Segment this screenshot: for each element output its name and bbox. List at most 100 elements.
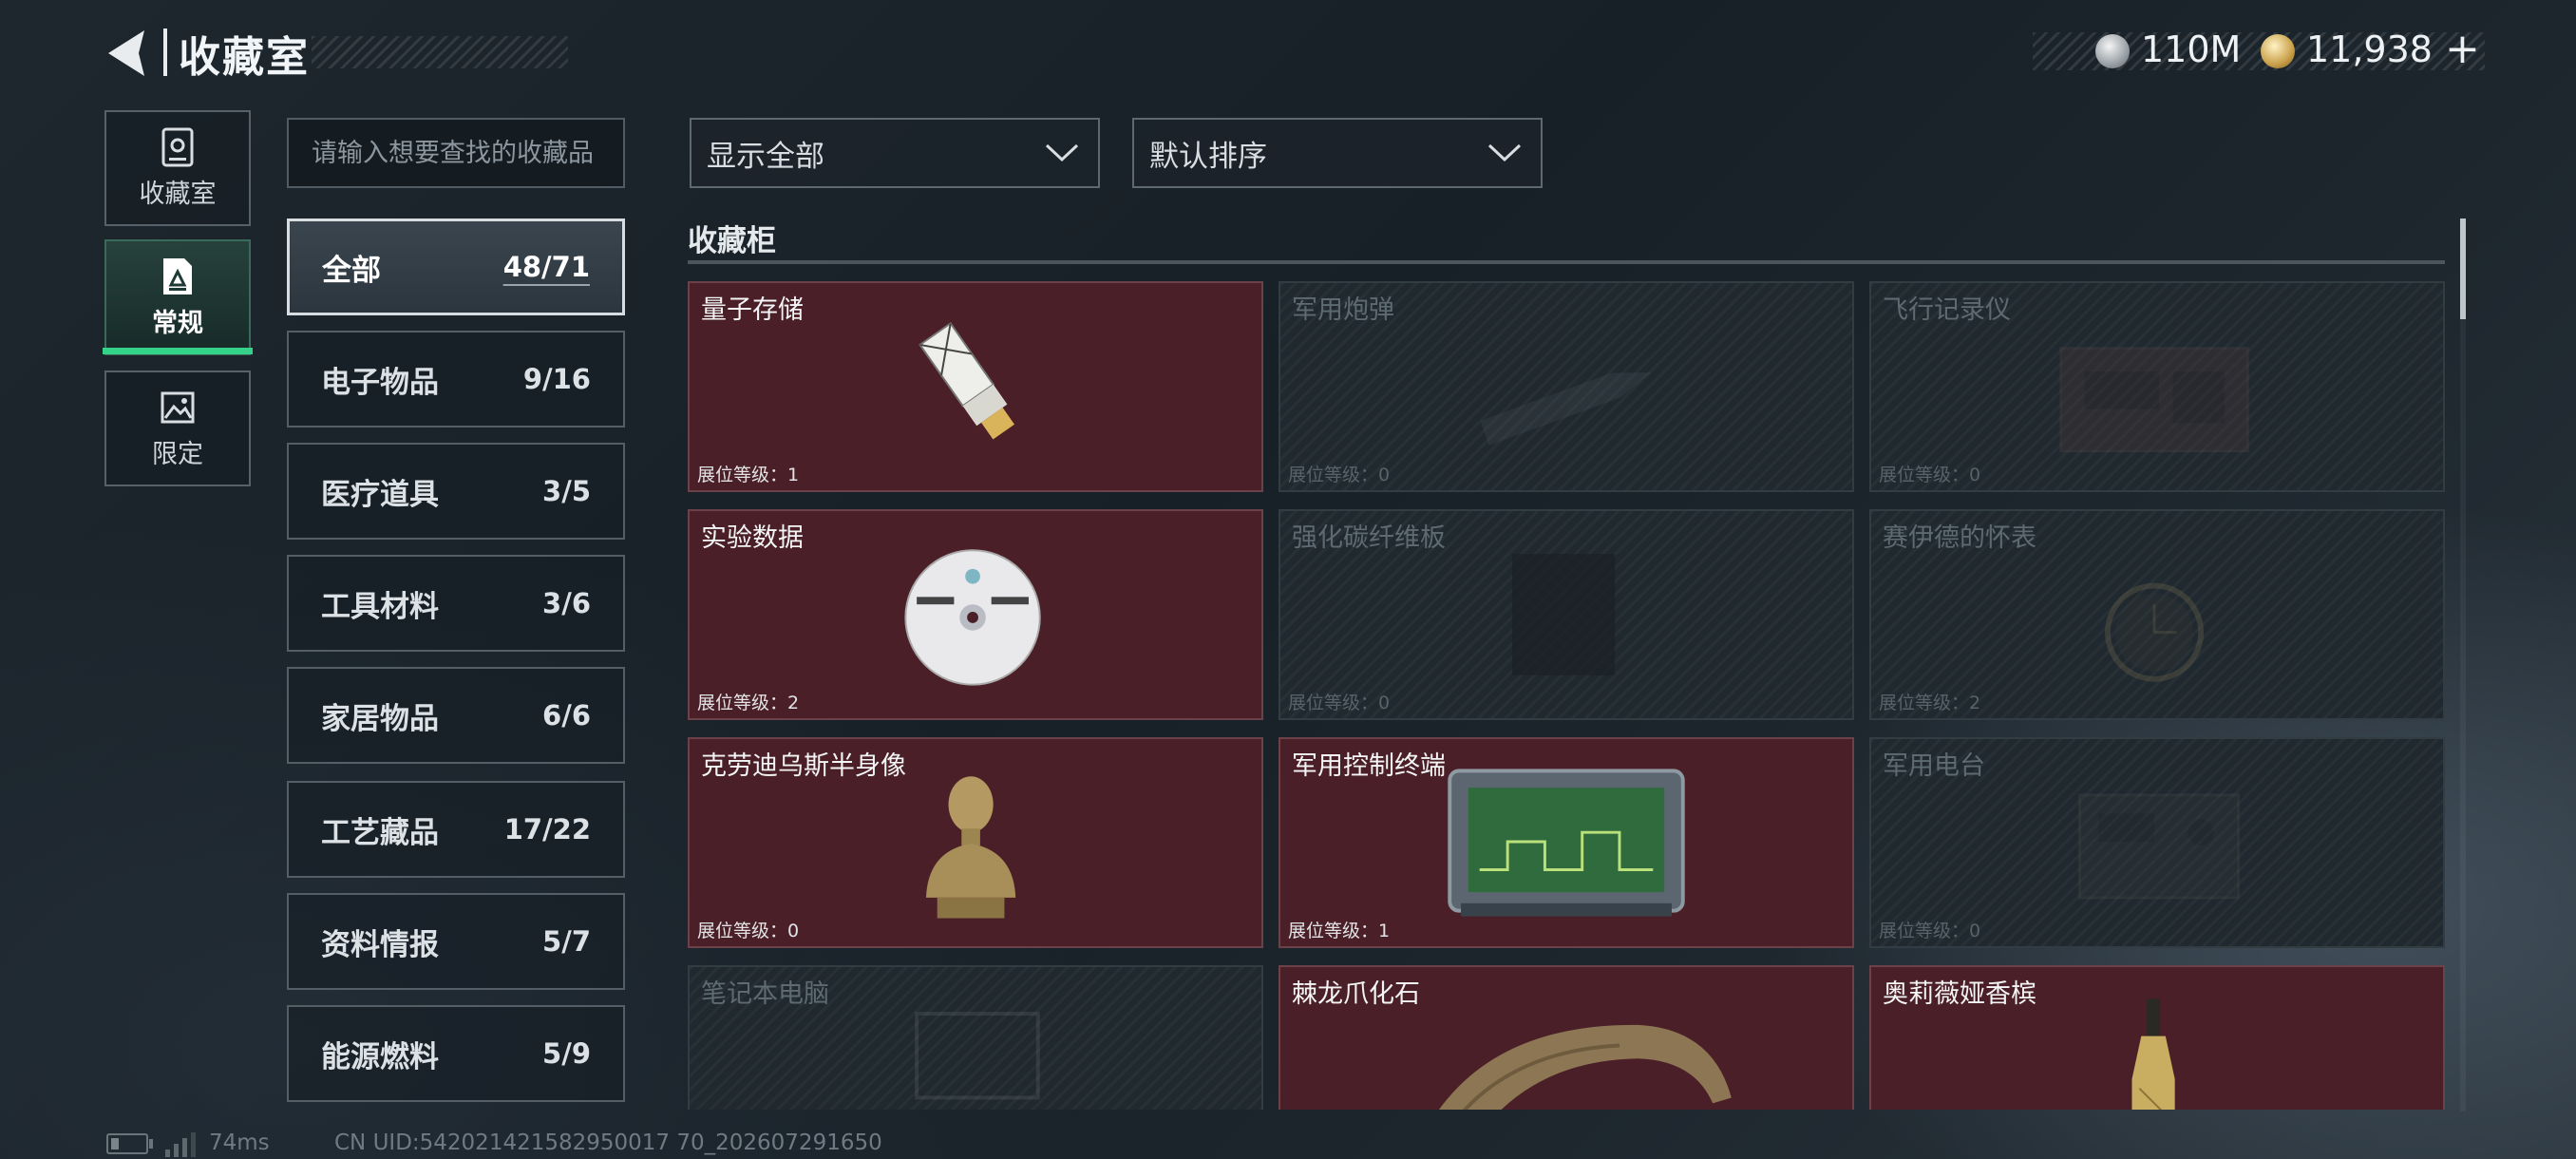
collection-card[interactable]: 赛伊德的怀表 展位等级：2 (1869, 509, 2445, 720)
level-value: 2 (787, 693, 800, 713)
chevron-down-icon (1045, 143, 1079, 162)
battery-cap (149, 1139, 153, 1149)
category-count: 6/6 (542, 699, 591, 732)
item-name: 军用控制终端 (1292, 751, 1446, 781)
collection-card[interactable]: 笔记本电脑 (688, 965, 1263, 1110)
side-tab-limited[interactable]: 限定 (104, 370, 251, 486)
category-count: 3/5 (542, 475, 591, 507)
level-value: 1 (787, 465, 800, 485)
collection-card[interactable]: 军用炮弹 展位等级：0 (1279, 281, 1854, 492)
scrollbar-thumb[interactable] (2460, 218, 2466, 319)
collection-card[interactable]: 实验数据 展位等级：2 (688, 509, 1263, 720)
item-name: 飞行记录仪 (1883, 295, 2011, 325)
category-medical[interactable]: 医疗道具 3/5 (287, 443, 625, 540)
level-value: 0 (1969, 465, 1981, 485)
dropdown-value: 显示全部 (707, 139, 824, 174)
search-input[interactable] (287, 118, 625, 188)
collection-card[interactable]: 军用控制终端 展位等级：1 (1279, 737, 1854, 948)
dropdown-value: 默认排序 (1149, 139, 1267, 174)
category-count: 5/7 (542, 925, 591, 958)
silver-coin-icon (2095, 34, 2130, 68)
category-name: 电子物品 (321, 365, 439, 400)
gold-currency-amount: 11,938 (2306, 28, 2433, 70)
side-tab-label: 常规 (152, 308, 203, 338)
category-name: 工艺藏品 (321, 815, 439, 850)
category-name: 全部 (322, 253, 381, 288)
page-title: 收藏室 (179, 33, 310, 82)
scrollbar-track[interactable] (2460, 218, 2466, 1112)
collection-card[interactable]: 克劳迪乌斯半身像 展位等级：0 (688, 737, 1263, 948)
level-value: 0 (1378, 465, 1391, 485)
display-level: 展位等级：0 (1879, 917, 1980, 942)
section-title: 收藏柜 (688, 224, 776, 258)
collection-card[interactable]: 量子存储 展位等级：1 (688, 281, 1263, 492)
category-name: 医疗道具 (321, 477, 439, 512)
signal-icon (165, 1132, 196, 1157)
title-separator (163, 28, 167, 76)
display-filter-dropdown[interactable]: 显示全部 (690, 118, 1100, 188)
silver-currency-amount: 110M (2141, 28, 2242, 70)
item-name: 实验数据 (701, 523, 804, 553)
category-name: 资料情报 (321, 927, 439, 962)
item-name: 军用电台 (1883, 751, 1985, 781)
level-prefix: 展位等级： (1879, 921, 1970, 941)
side-tab-regular[interactable]: 常规 (104, 239, 251, 355)
collection-card[interactable]: 飞行记录仪 展位等级：0 (1869, 281, 2445, 492)
battery-icon (106, 1133, 148, 1154)
back-arrow-icon[interactable] (103, 27, 150, 80)
side-tab-collection-room[interactable]: 收藏室 (104, 110, 251, 226)
document-icon (163, 257, 192, 294)
display-level: 展位等级：2 (697, 689, 799, 714)
category-tools[interactable]: 工具材料 3/6 (287, 555, 625, 652)
add-currency-button[interactable]: + (2445, 25, 2480, 73)
chevron-down-icon (1487, 143, 1522, 162)
display-level: 展位等级：0 (697, 917, 799, 942)
category-count: 48/71 (502, 251, 590, 283)
level-value: 0 (1969, 921, 1981, 941)
item-name: 棘龙爪化石 (1292, 979, 1420, 1009)
display-level: 展位等级：0 (1288, 689, 1390, 714)
display-level: 展位等级：1 (697, 461, 799, 486)
collection-card[interactable]: 军用电台 展位等级：0 (1869, 737, 2445, 948)
limited-image-icon (161, 391, 195, 423)
ping-text: 74ms (209, 1130, 270, 1155)
side-tab-label: 限定 (152, 439, 203, 469)
category-name: 能源燃料 (321, 1039, 439, 1074)
category-count: 3/6 (542, 587, 591, 619)
level-value: 2 (1969, 693, 1981, 713)
collection-card[interactable]: 强化碳纤维板 展位等级：0 (1279, 509, 1854, 720)
active-tab-indicator (103, 348, 253, 354)
display-level: 展位等级：2 (1879, 689, 1980, 714)
collection-grid: 量子存储 展位等级：1 军用炮弹 展位等级：0 飞行记录仪 展位等级：0 实验数… (688, 281, 2447, 1110)
collection-card[interactable]: 奥莉薇娅香槟 (1869, 965, 2445, 1110)
sort-dropdown[interactable]: 默认排序 (1132, 118, 1543, 188)
display-level: 展位等级：1 (1288, 917, 1390, 942)
category-count: 9/16 (522, 363, 591, 395)
category-crafts[interactable]: 工艺藏品 17/22 (287, 781, 625, 878)
vault-door-icon (161, 127, 194, 166)
section-divider (688, 260, 2445, 264)
category-name: 工具材料 (321, 589, 439, 624)
level-value: 0 (787, 921, 800, 941)
item-name: 强化碳纤维板 (1292, 523, 1446, 553)
level-prefix: 展位等级： (1288, 921, 1379, 941)
level-prefix: 展位等级： (1288, 693, 1379, 713)
side-tab-label: 收藏室 (139, 179, 217, 209)
category-intel[interactable]: 资料情报 5/7 (287, 893, 625, 990)
category-count: 5/9 (542, 1037, 591, 1070)
item-name: 克劳迪乌斯半身像 (701, 751, 906, 781)
category-all[interactable]: 全部 48/71 (287, 218, 625, 315)
category-count: 17/22 (503, 813, 591, 846)
level-prefix: 展位等级： (697, 921, 788, 941)
item-name: 奥莉薇娅香槟 (1883, 979, 2036, 1009)
item-name: 军用炮弹 (1292, 295, 1394, 325)
title-stripe-decoration (312, 36, 568, 68)
display-level: 展位等级：0 (1288, 461, 1390, 486)
category-electronics[interactable]: 电子物品 9/16 (287, 331, 625, 428)
uid-text: CN UID:542021421582950017 70_20260729165… (334, 1130, 882, 1155)
level-value: 1 (1378, 921, 1391, 941)
collection-card[interactable]: 棘龙爪化石 (1279, 965, 1854, 1110)
category-fuel[interactable]: 能源燃料 5/9 (287, 1005, 625, 1102)
level-prefix: 展位等级： (1879, 465, 1970, 485)
category-household[interactable]: 家居物品 6/6 (287, 667, 625, 764)
